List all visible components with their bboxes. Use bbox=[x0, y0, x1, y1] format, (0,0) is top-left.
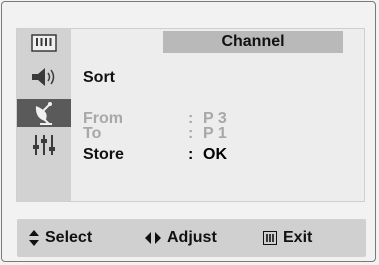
left-right-arrows-icon bbox=[145, 232, 161, 244]
menu-item-store[interactable]: Store bbox=[83, 147, 124, 163]
setup-icon bbox=[33, 135, 55, 155]
from-separator: : bbox=[188, 110, 194, 127]
select-hint: Select bbox=[29, 219, 92, 257]
antenna-icon bbox=[35, 102, 52, 125]
sidebar-item-setup[interactable] bbox=[17, 131, 71, 159]
from-label: From bbox=[83, 110, 123, 127]
menu-title: Channel bbox=[163, 31, 343, 53]
sound-icon bbox=[32, 68, 55, 86]
exit-label: Exit bbox=[283, 229, 313, 246]
menu-icon bbox=[263, 231, 277, 245]
exit-hint: Exit bbox=[263, 219, 312, 257]
select-label: Select bbox=[45, 229, 93, 246]
from-value: P 3 bbox=[203, 110, 227, 127]
adjust-label: Adjust bbox=[167, 229, 217, 246]
sidebar-item-picture[interactable] bbox=[17, 29, 71, 57]
sidebar-item-channel[interactable] bbox=[17, 99, 71, 127]
to-separator: : bbox=[188, 125, 194, 142]
to-value: P 1 bbox=[203, 125, 227, 142]
store-separator: : bbox=[188, 146, 194, 163]
help-bar: Select Adjust Exit bbox=[17, 219, 366, 257]
up-down-arrows-icon bbox=[29, 230, 39, 246]
picture-icon bbox=[31, 34, 57, 52]
menu-title-text: Channel bbox=[221, 33, 285, 50]
sidebar bbox=[17, 29, 71, 201]
to-label: To bbox=[83, 125, 102, 142]
sidebar-item-sound[interactable] bbox=[17, 63, 71, 91]
menu-item-sort[interactable]: Sort bbox=[83, 70, 115, 86]
adjust-hint: Adjust bbox=[145, 219, 217, 257]
store-value[interactable]: OK bbox=[203, 147, 227, 163]
